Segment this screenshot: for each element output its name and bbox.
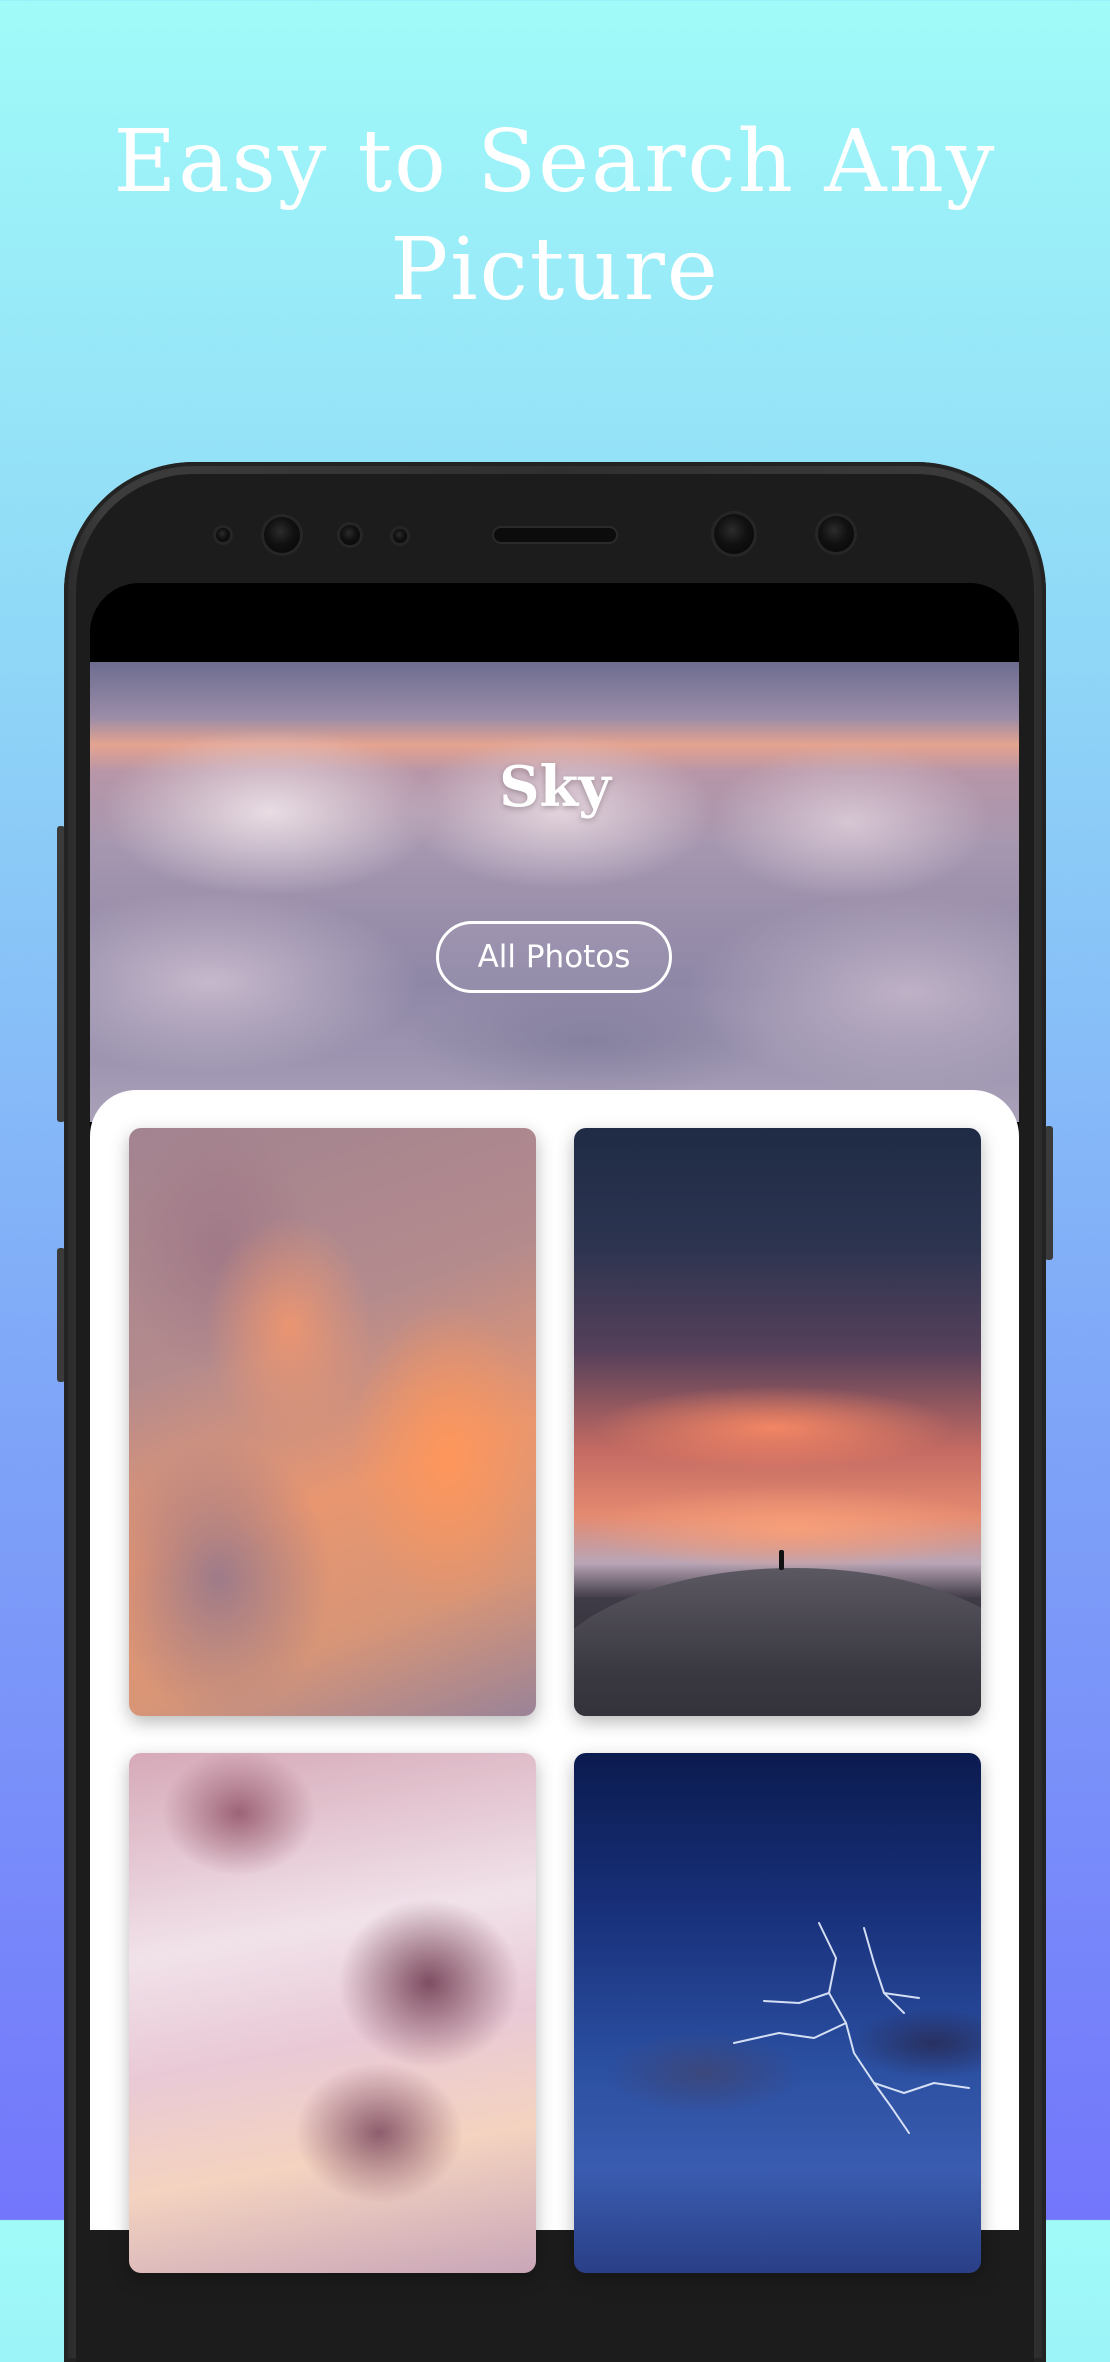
hill-shape bbox=[574, 1568, 981, 1716]
phone-power-button bbox=[1045, 1126, 1053, 1260]
category-hero-image bbox=[90, 662, 1019, 1122]
all-photos-button[interactable]: All Photos bbox=[436, 921, 672, 993]
phone-sensor-small-icon bbox=[216, 528, 230, 542]
person-silhouette bbox=[779, 1550, 784, 1570]
photo-thumbnail[interactable] bbox=[574, 1128, 981, 1716]
photo-thumbnail[interactable] bbox=[574, 1753, 981, 2273]
promo-headline-line-1: Easy to Search Any bbox=[113, 112, 997, 212]
phone-iris-camera-icon bbox=[818, 516, 854, 552]
photo-thumbnail[interactable] bbox=[129, 1753, 536, 2273]
phone-earpiece-speaker bbox=[494, 528, 616, 542]
promo-headline: Easy to Search Any Picture bbox=[0, 108, 1110, 324]
phone-front-camera-icon bbox=[264, 517, 300, 553]
status-bar bbox=[90, 583, 1019, 662]
photo-thumbnail[interactable] bbox=[129, 1128, 536, 1716]
phone-sensor-tiny-icon bbox=[393, 529, 407, 543]
phone-sensor-icon bbox=[340, 525, 360, 545]
promo-headline-line-2: Picture bbox=[390, 220, 720, 320]
category-title: Sky bbox=[499, 754, 611, 820]
phone-iris-scanner-icon bbox=[714, 514, 754, 554]
lightning-bolt-icon bbox=[733, 1922, 970, 2134]
